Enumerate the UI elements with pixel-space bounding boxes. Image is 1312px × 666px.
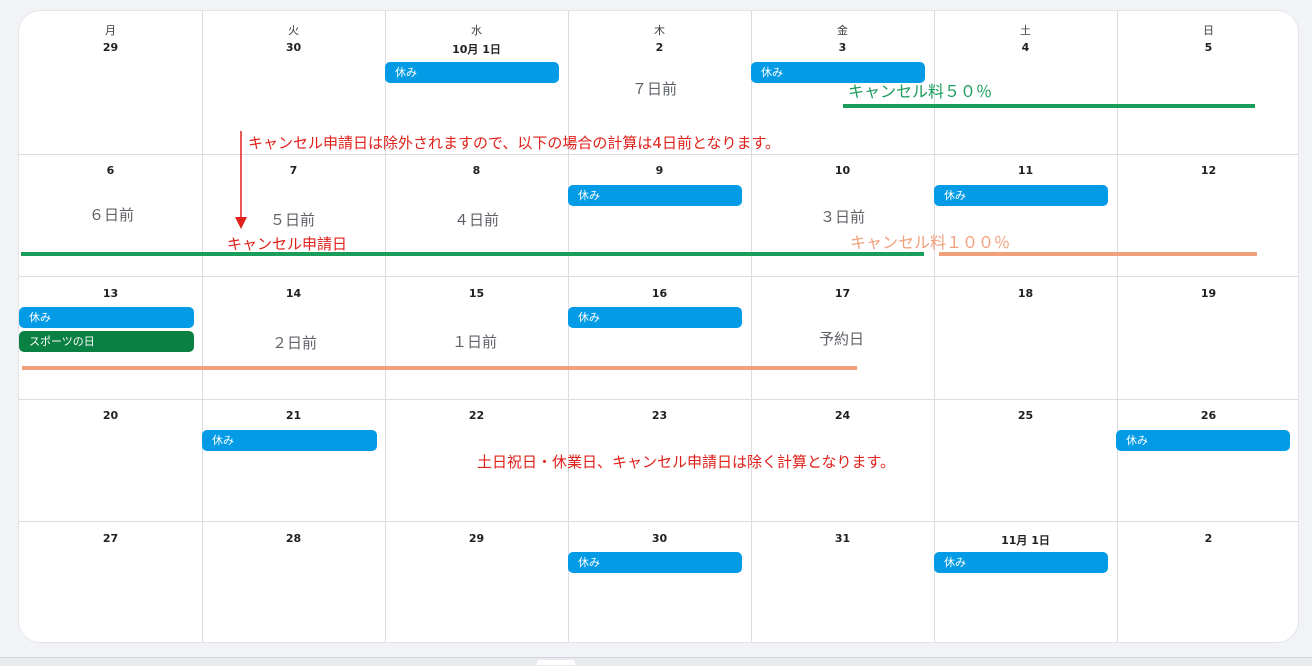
event-chip-holiday[interactable]: 休み [568,552,742,573]
date-number[interactable]: 2 [1117,532,1298,545]
date-number[interactable]: 13 [19,287,202,300]
date-number[interactable]: 28 [202,532,385,545]
date-number[interactable]: 23 [568,409,751,422]
date-number[interactable]: 4 [934,41,1117,54]
date-number[interactable]: 10 [751,164,934,177]
date-number[interactable]: 11 [934,164,1117,177]
date-number[interactable]: 10月 1日 [385,41,568,57]
arrow-down-icon [235,131,247,229]
event-chip-holiday[interactable]: 休み [568,307,742,328]
fee-100-range-line [22,366,857,370]
weekday-header-sat: 土 [1020,24,1031,37]
date-number[interactable]: 26 [1117,409,1298,422]
date-number[interactable]: 21 [202,409,385,422]
date-number[interactable]: 19 [1117,287,1298,300]
event-chip-holiday[interactable]: 休み [934,552,1108,573]
days-before-note: ３日前 [820,208,866,226]
date-number[interactable]: 7 [202,164,385,177]
exclusion-note-annotation: キャンセル申請日は除外されますので、以下の場合の計算は4日前となります。 [248,134,780,152]
weekday-header-thu: 木 [654,24,665,37]
date-number[interactable]: 5 [1117,41,1298,54]
days-before-note: ７日前 [632,80,678,98]
fee-100-range-line [939,252,1257,256]
date-number[interactable]: 6 [19,164,202,177]
fee-50-percent-annotation: キャンセル料５０％ [848,82,993,101]
event-chip-holiday[interactable]: 休み [934,185,1108,206]
grid-row-divider [19,154,1298,155]
event-chip-holiday[interactable]: 休み [1116,430,1290,451]
grid-row-divider [19,521,1298,522]
weekday-header-fri: 金 [837,24,848,37]
days-before-note: １日前 [452,333,498,351]
event-chip-holiday[interactable]: 休み [19,307,194,328]
date-number[interactable]: 29 [19,41,202,54]
date-number[interactable]: 11月 1日 [934,532,1117,548]
event-chip-holiday[interactable]: 休み [385,62,559,83]
cancel-request-day-annotation: キャンセル申請日 [227,235,348,253]
grid-column-divider [385,11,386,642]
fee-100-percent-annotation: キャンセル料１００％ [850,233,1011,252]
bottom-scrollbar[interactable] [0,657,1312,666]
fee-50-range-line [21,252,924,256]
days-before-note: ４日前 [454,211,500,229]
reservation-day-note: 予約日 [819,330,865,348]
calendar-month-grid: 月 火 水 木 金 土 日 29 30 10月 1日 2 3 4 5 6 7 8… [18,10,1299,643]
weekday-header-tue: 火 [288,24,299,37]
days-before-note: ２日前 [272,334,318,352]
fee-50-range-line [843,104,1255,108]
date-number[interactable]: 31 [751,532,934,545]
grid-column-divider [202,11,203,642]
grid-column-divider [751,11,752,642]
scrollbar-handle[interactable] [537,660,575,665]
date-number[interactable]: 15 [385,287,568,300]
event-chip-holiday[interactable]: 休み [202,430,377,451]
date-number[interactable]: 27 [19,532,202,545]
date-number[interactable]: 29 [385,532,568,545]
date-number[interactable]: 9 [568,164,751,177]
event-chip-sports-day[interactable]: スポーツの日 [19,331,194,352]
date-number[interactable]: 17 [751,287,934,300]
days-before-note: ６日前 [89,206,135,224]
weekday-header-mon: 月 [105,24,116,37]
date-number[interactable]: 3 [751,41,934,54]
event-chip-holiday[interactable]: 休み [568,185,742,206]
days-before-note: ５日前 [270,211,316,229]
date-number[interactable]: 8 [385,164,568,177]
date-number[interactable]: 25 [934,409,1117,422]
date-number[interactable]: 18 [934,287,1117,300]
calculation-rule-annotation: 土日祝日・休業日、キャンセル申請日は除く計算となります。 [477,453,896,471]
date-number[interactable]: 12 [1117,164,1298,177]
date-number[interactable]: 14 [202,287,385,300]
date-number[interactable]: 22 [385,409,568,422]
date-number[interactable]: 16 [568,287,751,300]
date-number[interactable]: 30 [568,532,751,545]
weekday-header-sun: 日 [1203,24,1214,37]
date-number[interactable]: 20 [19,409,202,422]
date-number[interactable]: 2 [568,41,751,54]
weekday-header-wed: 水 [471,24,482,37]
date-number[interactable]: 24 [751,409,934,422]
grid-row-divider [19,399,1298,400]
grid-row-divider [19,276,1298,277]
date-number[interactable]: 30 [202,41,385,54]
